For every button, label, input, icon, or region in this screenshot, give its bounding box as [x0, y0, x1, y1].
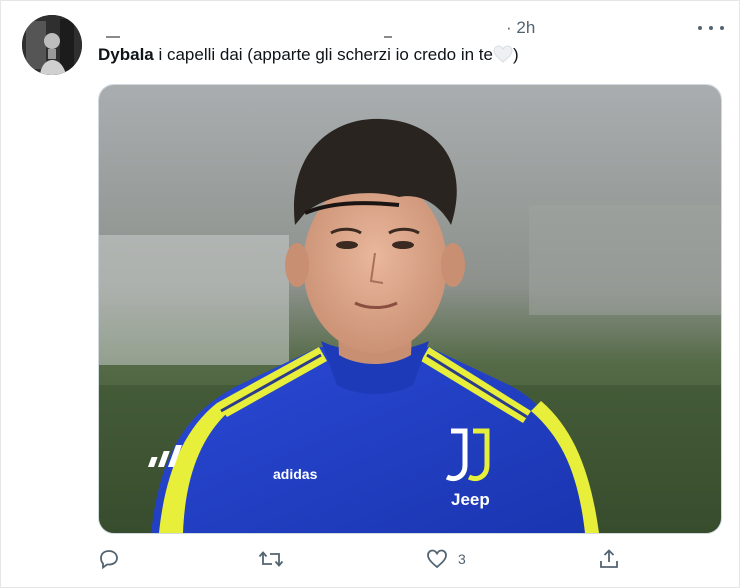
tweet-timestamp[interactable]: · 2h: [506, 18, 535, 38]
more-icon[interactable]: [698, 18, 724, 38]
share-icon: [600, 549, 618, 568]
reply-icon: [100, 550, 118, 570]
like-icon: [427, 549, 447, 569]
avatar[interactable]: [22, 15, 82, 75]
reply-button[interactable]: [98, 545, 130, 573]
redacted-handle[interactable]: [384, 36, 392, 38]
tweet-text: Dybala i capelli dai (apparte gli scherz…: [98, 44, 519, 66]
tweet-text-bold: Dybala: [98, 45, 154, 64]
tweet-text-part: dai (apparte gli scherzi io credo in te: [215, 45, 493, 64]
tweet-photo[interactable]: adidas Jeep: [98, 84, 722, 534]
retweet-icon: [258, 551, 284, 567]
white-heart-emoji-icon: [493, 45, 513, 63]
redacted-display-name[interactable]: [106, 36, 120, 38]
tweet-text-part: i capelli: [153, 45, 216, 64]
svg-text:Jeep: Jeep: [451, 490, 490, 509]
retweet-button[interactable]: [258, 545, 294, 573]
svg-text:adidas: adidas: [273, 466, 318, 482]
tweet-actions: 3: [98, 545, 628, 573]
like-button[interactable]: 3: [426, 545, 466, 573]
tweet-text-part: ): [512, 45, 519, 64]
like-count: 3: [458, 551, 466, 567]
share-button[interactable]: [598, 545, 630, 573]
